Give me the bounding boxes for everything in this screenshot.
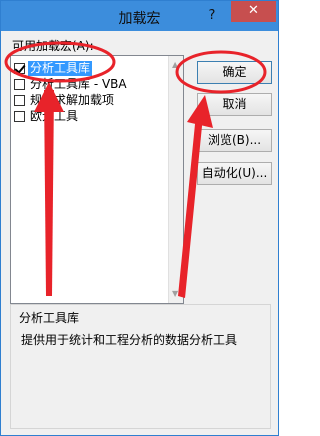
description-title: 分析工具库 [19, 311, 80, 325]
help-icon[interactable]: ? [204, 7, 220, 25]
addin-label: 欧元工具 [30, 108, 79, 123]
addins-list-label: 可用加载宏(A): [12, 39, 94, 53]
addins-list[interactable]: 分析工具库 分析工具库 - VBA 规划求解加载项 欧元工具 ▲ ▼ [10, 55, 184, 304]
addin-item-analysis-toolpak-vba[interactable]: 分析工具库 - VBA [14, 76, 129, 92]
addin-label: 分析工具库 - VBA [30, 76, 127, 91]
title-bar[interactable]: 加载宏 ? ✕ [1, 1, 278, 31]
addin-item-solver[interactable]: 规划求解加载项 [14, 92, 116, 108]
description-group: 分析工具库 提供用于统计和工程分析的数据分析工具 [10, 304, 271, 429]
addin-checkbox[interactable] [14, 94, 25, 106]
addin-checkbox[interactable] [14, 62, 25, 74]
addin-label: 规划求解加载项 [30, 92, 115, 107]
addin-checkbox[interactable] [14, 78, 25, 90]
addin-checkbox[interactable] [14, 110, 25, 122]
cancel-button[interactable]: 取消 [197, 93, 272, 116]
automation-button[interactable]: 自动化(U)... [197, 162, 272, 185]
scroll-down-icon[interactable]: ▼ [172, 289, 178, 298]
description-text: 提供用于统计和工程分析的数据分析工具 [21, 333, 238, 347]
addins-dialog: 加载宏 ? ✕ 可用加载宏(A): 分析工具库 分析工具库 - VBA 规划求解… [0, 0, 279, 436]
close-icon[interactable]: ✕ [231, 1, 276, 22]
browse-button[interactable]: 浏览(B)... [197, 129, 272, 152]
list-scrollbar[interactable]: ▲ ▼ [168, 56, 183, 303]
addin-label: 分析工具库 [28, 60, 93, 76]
ok-button[interactable]: 确定 [197, 61, 272, 84]
scroll-up-icon[interactable]: ▲ [172, 60, 178, 69]
addin-item-analysis-toolpak[interactable]: 分析工具库 [14, 60, 93, 76]
addin-item-euro-tools[interactable]: 欧元工具 [14, 108, 80, 124]
